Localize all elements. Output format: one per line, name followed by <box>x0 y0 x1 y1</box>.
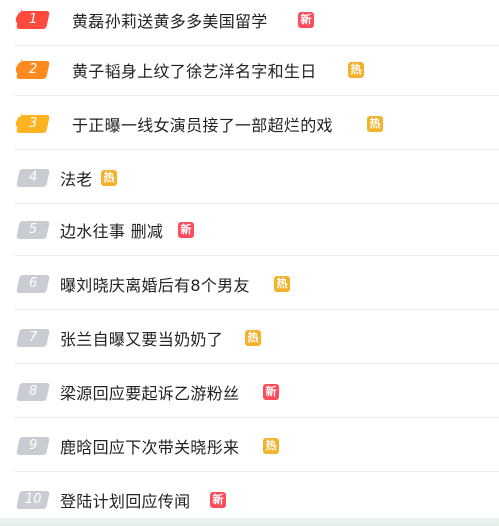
rank-badge: 5 <box>16 221 50 239</box>
hot-item-title[interactable]: 登陆计划回应传闻 <box>60 488 190 512</box>
rank-badge: 3 <box>16 115 50 133</box>
hot-item-title[interactable]: 于正曝一线女演员接了一部超烂的戏 <box>72 112 333 136</box>
list-item[interactable]: 6 曝刘晓庆离婚后有8个男友 热 <box>0 264 499 310</box>
hot-badge: 热 <box>348 62 364 78</box>
hot-item-title[interactable]: 张兰自曝又要当奶奶了 <box>60 326 223 350</box>
list-item[interactable]: 1 黄磊孙莉送黄多多美国留学 新 <box>0 0 499 46</box>
list-item[interactable]: 10 登陆计划回应传闻 新 <box>0 480 499 520</box>
rank-badge: 1 <box>16 11 50 29</box>
hot-badge: 热 <box>367 116 383 132</box>
hot-item-title[interactable]: 黄子韬身上纹了徐艺洋名字和生日 <box>72 58 317 82</box>
list-item[interactable]: 5 边水往事 删减 新 <box>0 210 499 256</box>
list-item[interactable]: 8 梁源回应要起诉乙游粉丝 新 <box>0 372 499 418</box>
list-item[interactable]: 7 张兰自曝又要当奶奶了 热 <box>0 318 499 364</box>
rank-badge: 2 <box>16 61 50 79</box>
hot-item-title[interactable]: 鹿晗回应下次带关晓彤来 <box>60 434 239 458</box>
hot-badge: 热 <box>263 438 279 454</box>
rank-badge: 8 <box>16 383 50 401</box>
hot-item-title[interactable]: 曝刘晓庆离婚后有8个男友 <box>60 272 250 296</box>
list-item[interactable]: 3 于正曝一线女演员接了一部超烂的戏 热 <box>0 104 499 150</box>
list-item[interactable]: 4 法老 热 <box>0 158 499 204</box>
bottom-bar <box>0 518 499 526</box>
hot-search-list: 1 黄磊孙莉送黄多多美国留学 新 2 黄子韬身上纹了徐艺洋名字和生日 热 3 于… <box>0 0 499 526</box>
list-item[interactable]: 9 鹿晗回应下次带关晓彤来 热 <box>0 426 499 472</box>
rank-badge: 9 <box>16 437 50 455</box>
rank-badge: 4 <box>16 169 50 187</box>
hot-item-title[interactable]: 法老 <box>60 166 93 190</box>
hot-badge: 热 <box>274 276 290 292</box>
list-item[interactable]: 2 黄子韬身上纹了徐艺洋名字和生日 热 <box>0 50 499 96</box>
rank-badge: 10 <box>16 491 50 509</box>
hot-item-title[interactable]: 黄磊孙莉送黄多多美国留学 <box>72 8 268 32</box>
hot-badge: 热 <box>101 170 117 186</box>
new-badge: 新 <box>178 222 194 238</box>
hot-badge: 热 <box>245 330 261 346</box>
rank-badge: 7 <box>16 329 50 347</box>
new-badge: 新 <box>210 492 226 508</box>
hot-item-title[interactable]: 梁源回应要起诉乙游粉丝 <box>60 380 239 404</box>
hot-item-title[interactable]: 边水往事 删减 <box>60 218 163 242</box>
rank-badge: 6 <box>16 275 50 293</box>
new-badge: 新 <box>263 384 279 400</box>
new-badge: 新 <box>298 12 314 28</box>
